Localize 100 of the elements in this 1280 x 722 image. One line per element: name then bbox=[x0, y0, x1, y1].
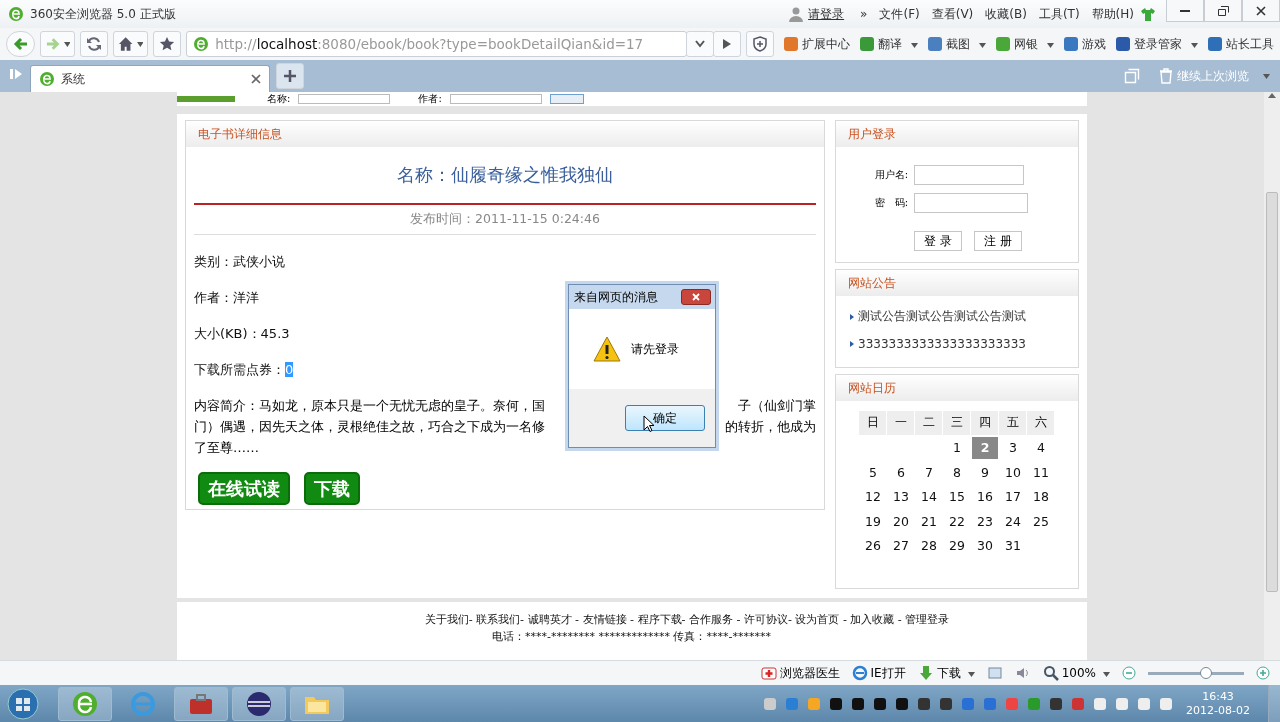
calendar-day[interactable]: 12 bbox=[860, 485, 886, 508]
minimize-button[interactable] bbox=[1166, 0, 1204, 22]
tray-icon bbox=[1136, 695, 1153, 712]
toolbar-tool[interactable]: 登录管家 bbox=[1115, 35, 1198, 53]
calendar-day[interactable]: 2 bbox=[972, 436, 998, 459]
search-button[interactable] bbox=[549, 94, 584, 104]
tray-icon bbox=[850, 695, 867, 712]
magnifier-icon bbox=[1042, 665, 1059, 681]
calendar-day[interactable]: 27 bbox=[888, 534, 914, 557]
caret-icon bbox=[63, 41, 71, 47]
chevron-down-icon bbox=[695, 40, 705, 48]
calendar-day[interactable]: 17 bbox=[1000, 485, 1026, 508]
calendar-day[interactable]: 19 bbox=[860, 510, 886, 533]
calendar-day[interactable]: 6 bbox=[888, 461, 914, 484]
address-bar[interactable]: http://localhost:8080/ebook/book?type=bookDetailQian&id=17 bbox=[186, 31, 687, 57]
more-chevron[interactable]: » bbox=[860, 7, 868, 21]
browser-tab[interactable]: 系统 bbox=[30, 65, 270, 92]
calendar-day[interactable]: 28 bbox=[916, 534, 942, 557]
favorite-button[interactable] bbox=[153, 31, 182, 57]
calendar-day[interactable]: 15 bbox=[944, 485, 970, 508]
refresh-icon bbox=[86, 36, 103, 52]
calendar-day[interactable]: 20 bbox=[888, 510, 914, 533]
refresh-button[interactable] bbox=[80, 31, 109, 57]
toolbar-tool[interactable]: 网银 bbox=[995, 35, 1054, 53]
calendar-day[interactable]: 1 bbox=[944, 436, 970, 459]
toolbar-tool[interactable]: 截图 bbox=[927, 35, 986, 53]
password-field[interactable] bbox=[914, 193, 1028, 213]
calendar-day[interactable]: 30 bbox=[972, 534, 998, 557]
calendar-day[interactable]: 29 bbox=[944, 534, 970, 557]
caret-icon bbox=[136, 41, 144, 47]
home-button[interactable] bbox=[113, 31, 149, 57]
toolbar-tool[interactable]: 站长工具 bbox=[1207, 35, 1274, 53]
speaker-icon bbox=[1014, 665, 1031, 681]
maximize-button[interactable] bbox=[1204, 0, 1242, 22]
calendar-day[interactable]: 16 bbox=[972, 485, 998, 508]
toolbar-tool[interactable]: 翻译 bbox=[859, 35, 918, 53]
calendar-day[interactable]: 9 bbox=[972, 461, 998, 484]
menu-item[interactable]: 工具(T) bbox=[1038, 5, 1080, 23]
new-tab-button[interactable] bbox=[276, 63, 304, 89]
notice-link[interactable]: 测试公告测试公告测试公告测试 bbox=[858, 308, 1026, 325]
ok-button[interactable]: 确定 bbox=[625, 405, 705, 431]
back-button[interactable] bbox=[6, 31, 36, 57]
contact-info: 电话：****-******** ************* 传真：****-******* bbox=[492, 629, 771, 644]
calendar-day[interactable]: 21 bbox=[916, 510, 942, 533]
weekday-header: 六 bbox=[1027, 411, 1054, 435]
calendar-day[interactable]: 31 bbox=[1000, 534, 1026, 557]
field-label: 名称: bbox=[267, 94, 291, 104]
calendar-day[interactable]: 23 bbox=[972, 510, 998, 533]
notice-link[interactable]: 3333333333333333333333 bbox=[858, 337, 1026, 351]
calendar-day[interactable]: 5 bbox=[860, 461, 886, 484]
calendar-day[interactable]: 14 bbox=[916, 485, 942, 508]
dialog-close-button[interactable] bbox=[681, 289, 711, 305]
calendar-day[interactable]: 7 bbox=[916, 461, 942, 484]
menu-item[interactable]: 帮助(H) bbox=[1091, 5, 1134, 23]
zoom-button[interactable]: 100% bbox=[1042, 665, 1110, 681]
address-dropdown-button[interactable] bbox=[686, 31, 714, 57]
scrollbar-thumb[interactable] bbox=[1266, 192, 1278, 592]
tool-icon bbox=[927, 36, 943, 52]
menu-item[interactable]: 文件(F) bbox=[879, 5, 920, 23]
mouse-cursor-icon bbox=[643, 415, 655, 433]
menu-item[interactable]: 查看(V) bbox=[931, 5, 974, 23]
calendar-day[interactable]: 26 bbox=[860, 534, 886, 557]
close-icon bbox=[692, 293, 700, 301]
download-button[interactable]: 下载 bbox=[304, 472, 360, 505]
calendar-day[interactable]: 22 bbox=[944, 510, 970, 533]
login-button[interactable]: 登 录 bbox=[914, 231, 962, 251]
calendar-day[interactable]: 8 bbox=[944, 461, 970, 484]
taskbar-button[interactable] bbox=[232, 686, 286, 721]
security-button[interactable] bbox=[746, 31, 774, 57]
tray-icon bbox=[1070, 695, 1087, 712]
tray-icon bbox=[1158, 695, 1175, 712]
window-title: 360安全浏览器 5.0 正式版 bbox=[30, 5, 176, 23]
plus-icon bbox=[283, 69, 297, 83]
author-search-field[interactable] bbox=[449, 94, 542, 104]
menu-item[interactable]: 收藏(B) bbox=[985, 5, 1027, 23]
register-button[interactable]: 注 册 bbox=[974, 231, 1022, 251]
calendar-day[interactable]: 13 bbox=[888, 485, 914, 508]
ie-open-button[interactable]: IE打开 bbox=[851, 664, 906, 682]
toolbar-tool[interactable]: 游戏 bbox=[1063, 35, 1106, 53]
name-search-field[interactable] bbox=[298, 94, 391, 104]
calendar-day[interactable]: 3 bbox=[1000, 436, 1026, 459]
caret-icon bbox=[979, 43, 986, 48]
browser-doctor-button[interactable]: 浏览器医生 bbox=[760, 664, 840, 682]
calendar-day[interactable]: 24 bbox=[1000, 510, 1026, 533]
download-button[interactable]: 下载 bbox=[917, 664, 975, 682]
go-button[interactable] bbox=[713, 31, 741, 57]
calendar-day[interactable]: 18 bbox=[1028, 485, 1054, 508]
username-field[interactable] bbox=[914, 165, 1024, 185]
tray-icon bbox=[1026, 695, 1043, 712]
calendar-day[interactable]: 25 bbox=[1028, 510, 1054, 533]
caret-icon bbox=[1103, 672, 1110, 677]
zoom-slider-thumb[interactable] bbox=[1199, 666, 1212, 679]
tool-icon bbox=[1063, 36, 1079, 52]
calendar-day[interactable]: 4 bbox=[1028, 436, 1054, 459]
calendar-day[interactable]: 11 bbox=[1028, 461, 1054, 484]
calendar-day[interactable]: 10 bbox=[1000, 461, 1026, 484]
toolbar-tool[interactable]: 扩展中心 bbox=[783, 35, 850, 53]
login-link[interactable]: 请登录 bbox=[808, 5, 845, 23]
footer-links[interactable]: 关于我们- 联系我们- 诚聘英才 - 友情链接 - 程序下载- 合作服务 - 许可协议- 设为首页 - 加入收藏 - 管理登录 bbox=[424, 612, 950, 627]
read-online-button[interactable]: 在线试读 bbox=[198, 472, 290, 505]
